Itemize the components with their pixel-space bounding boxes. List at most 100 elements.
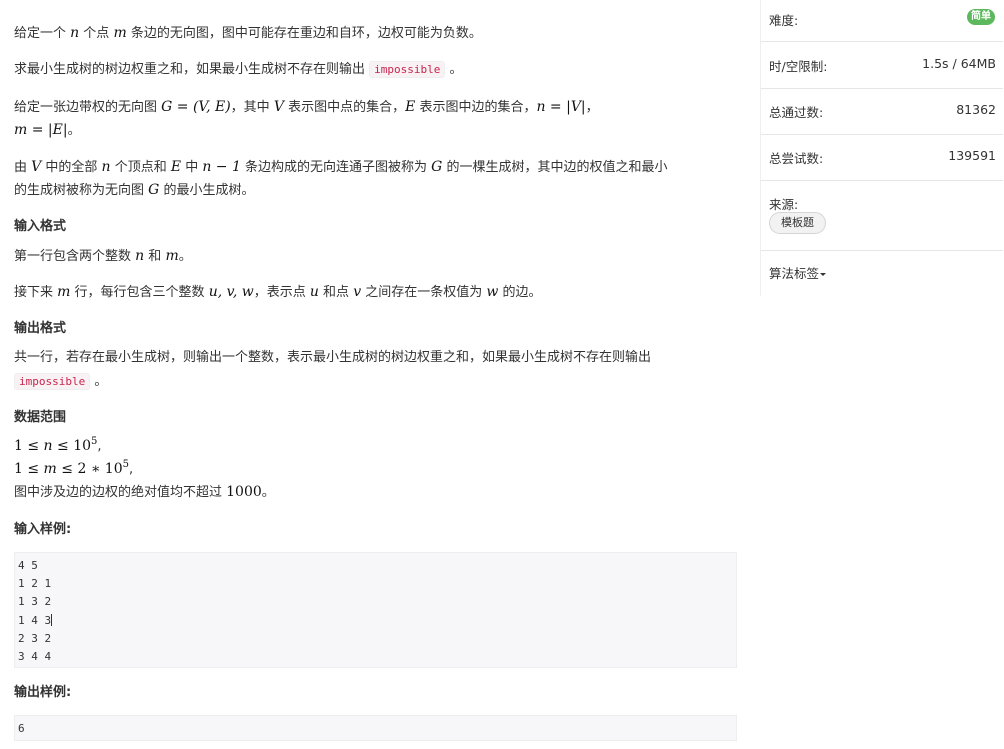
math-E: E [405,99,416,115]
passed-value: 81362 [956,102,996,117]
text: , [128,462,134,477]
text: 中 [181,160,203,175]
sample-output-heading: 输出样例: [14,685,72,700]
sample-input-block[interactable]: 4 5 1 2 1 1 3 2 1 4 3 2 3 2 3 4 4 [14,552,737,668]
text: 的一棵生成树，其中边的权值之和最小 [442,160,668,175]
sample-input-line: 3 4 4 [18,649,52,663]
caret-down-icon [820,273,827,276]
range-line-3: 图中涉及边的边权的绝对值均不超过 1000。 [14,482,275,503]
text: 条边构成的无向连通子图被称为 [240,160,432,175]
math-n: n [135,248,145,264]
text: 接下来 [14,285,58,300]
math-text: ≤ 2 ∗ 10 [56,461,123,477]
problem-info-sidebar: 难度: 简单 时/空限制: 1.5s / 64MB 总通过数: 81362 总尝… [760,0,1003,296]
source-tag-button[interactable]: 模板题 [769,212,826,234]
math-G: G [431,159,443,175]
text: 。 [178,249,192,264]
output-format-line-1: 共一行，若存在最小生成树，则输出一个整数，表示最小生成树的树边权重之和，如果最小… [14,348,651,368]
tries-row: 总尝试数: 139591 [761,135,1003,181]
text: 。 [67,123,81,138]
sample-output-line: 6 [18,722,25,735]
text: 表示图中点的集合， [283,100,406,115]
sample-output-block[interactable]: 6 [14,715,737,741]
algorithm-tags-toggle[interactable]: 算法标签 [769,263,827,282]
math-number: 1000 [226,484,262,500]
text: 的生成树被称为无向图 [14,183,149,198]
sample-input-line: 1 4 3 [18,612,733,630]
math-V: V [273,99,284,115]
text: 和点 [318,285,354,300]
math-uvw: u, v, w [208,284,254,300]
definition-line-1: 给定一张边带权的无向图 G = (V, E)，其中 V 表示图中点的集合，E 表… [14,97,599,118]
input-format-line-2: 接下来 m 行，每行包含三个整数 u, v, w，表示点 u 和点 v 之间存在… [14,282,542,303]
text: ，其中 [230,100,274,115]
text: 个顶点和 [110,160,171,175]
input-format-line-1: 第一行包含两个整数 n 和 m。 [14,246,192,267]
passed-row: 总通过数: 81362 [761,89,1003,135]
inline-code: impossible [14,373,91,390]
text: , [97,439,102,454]
definition-line-4: 的生成树被称为无向图 G 的最小生成树。 [14,180,254,201]
limit-label: 时/空限制: [769,59,828,74]
text: 图中涉及边的边权的绝对值均不超过 [14,485,227,500]
text: 第一行包含两个整数 [14,249,136,264]
math-m: m [57,284,71,300]
math-V: V [31,159,42,175]
difficulty-row: 难度: 简单 [761,0,1003,42]
problem-statement-line-2: 求最小生成树的树边权重之和，如果最小生成树不存在则输出 impossible 。 [14,60,463,80]
tries-label: 总尝试数: [769,151,824,166]
text: 共一行，若存在最小生成树，则输出一个整数，表示最小生成树的树边权重之和，如果最小… [14,350,652,365]
text: 行，每行包含三个整数 [70,285,209,300]
text: 由 [14,160,32,175]
range-line-1: 1 ≤ n ≤ 105, [14,436,102,457]
text: 的边。 [498,285,542,300]
passed-label: 总通过数: [769,105,824,120]
math-m: m [113,25,127,41]
math-u: u [309,284,319,300]
text: ，表示点 [253,285,310,300]
text: ， [585,100,599,115]
math-text: 1 ≤ [14,461,44,477]
text: 和 [144,249,166,264]
math-G: G [148,182,160,198]
source-label: 来源: [769,197,799,212]
definition-line-2: m = |E|。 [14,120,81,141]
math-text: 1 ≤ [14,438,44,454]
math-m: m [43,461,57,477]
text: 中的全部 [41,160,102,175]
text: 个点 [79,26,114,41]
sample-input-heading: 输入样例: [14,522,72,537]
text: 给定一个 [14,26,71,41]
text: 的最小生成树。 [159,183,255,198]
data-range-heading: 数据范围 [14,410,67,425]
math-n: n [70,25,80,41]
text: 给定一张边带权的无向图 [14,100,162,115]
sample-input-line: 2 3 2 [18,631,52,645]
problem-statement-line-1: 给定一个 n 个点 m 条边的无向图，图中可能存在重边和自环，边权可能为负数。 [14,23,482,44]
math-E: E [170,159,182,175]
sample-input-line: 1 2 1 [18,577,52,591]
math-m-eq: m = |E| [14,122,68,138]
text-cursor [51,613,53,626]
math-n: n [101,159,111,175]
inline-code: impossible [369,61,446,78]
difficulty-badge: 简单 [967,9,995,25]
tries-value: 139591 [948,148,996,163]
definition-line-3: 由 V 中的全部 n 个顶点和 E 中 n − 1 条边构成的无向连通子图被称为… [14,157,667,178]
limit-row: 时/空限制: 1.5s / 64MB [761,42,1003,89]
limit-value: 1.5s / 64MB [922,56,996,71]
text: 表示图中边的集合， [415,100,537,115]
text: 条边的无向图，图中可能存在重边和自环，边权可能为负数。 [126,26,482,41]
math-v: v [353,284,362,300]
text: 。 [261,485,275,500]
math-n: n [43,438,53,454]
text: 。 [90,374,108,389]
sample-input-text: 1 4 3 [18,613,52,627]
text: 之间存在一条权值为 [361,285,487,300]
output-format-heading: 输出格式 [14,321,67,336]
math-n-minus-1: n − 1 [202,159,241,175]
text: 求最小生成树的树边权重之和，如果最小生成树不存在则输出 [14,62,370,77]
input-format-heading: 输入格式 [14,219,67,234]
algorithm-tags-label: 算法标签 [769,266,820,281]
math-w: w [486,284,499,300]
